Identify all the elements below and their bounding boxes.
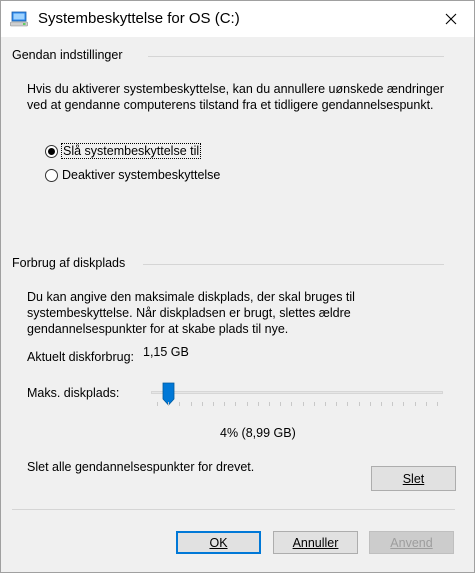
slider-tick — [157, 402, 158, 406]
slider-tick — [381, 402, 382, 406]
slider-tick — [336, 402, 337, 406]
slider-tick — [291, 402, 292, 406]
slider-tick — [437, 402, 438, 406]
radio-disable-protection-label: Deaktiver systembeskyttelse — [62, 168, 221, 182]
slider-tick — [392, 402, 393, 406]
radio-button[interactable] — [45, 168, 58, 182]
group-divider — [143, 264, 444, 265]
radio-disable-protection[interactable]: Deaktiver systembeskyttelse — [45, 168, 220, 182]
radio-enable-protection-label: Slå systembeskyttelse til — [60, 143, 202, 159]
cancel-button-label: Annuller — [292, 535, 339, 550]
close-button[interactable] — [428, 1, 474, 37]
apply-button[interactable]: Anvend — [369, 531, 454, 554]
slider-tick — [359, 402, 360, 406]
current-usage-label: Aktuelt diskforbrug: — [27, 350, 134, 364]
slider-tick — [303, 402, 304, 406]
radio-enable-protection[interactable]: Slå systembeskyttelse til — [45, 143, 202, 159]
group-divider — [148, 56, 444, 57]
slider-tick — [314, 402, 315, 406]
slider-tick — [426, 402, 427, 406]
max-usage-value: 4% (8,99 GB) — [220, 426, 296, 440]
disk-usage-description-line3: gendannelsespunkter for at skabe plads t… — [27, 322, 289, 336]
close-icon — [445, 13, 457, 25]
restore-settings-description-line1: Hvis du aktiverer systembeskyttelse, kan… — [27, 82, 444, 96]
slider-tick — [403, 402, 404, 406]
disk-usage-description-line2: systembeskyttelse. Når diskpladsen er br… — [27, 306, 351, 320]
slider-tick — [280, 402, 281, 406]
current-usage-value: 1,15 GB — [143, 345, 189, 359]
delete-button[interactable]: Slet — [371, 466, 456, 491]
slider-tick — [191, 402, 192, 406]
slider-tick — [258, 402, 259, 406]
system-protection-icon — [10, 11, 28, 27]
slider-tick — [415, 402, 416, 406]
slider-tick — [213, 402, 214, 406]
delete-points-text: Slet alle gendannelsespunkter for drevet… — [27, 460, 255, 474]
restore-settings-group-label: Gendan indstillinger — [12, 48, 123, 62]
slider-tick — [370, 402, 371, 406]
slider-tick — [224, 402, 225, 406]
slider-tick — [269, 402, 270, 406]
footer-divider — [12, 509, 455, 510]
delete-button-label: Slet — [402, 471, 425, 486]
disk-usage-description-line1: Du kan angive den maksimale diskplads, d… — [27, 290, 355, 304]
title-bar: Systembeskyttelse for OS (C:) — [1, 1, 474, 37]
slider-tick — [247, 402, 248, 406]
restore-settings-description-line2: ved at gendanne computerens tilstand fra… — [27, 98, 434, 112]
ok-button-label: OK — [209, 535, 228, 550]
ok-button[interactable]: OK — [176, 531, 261, 554]
slider-tick — [347, 402, 348, 406]
apply-button-label: Anvend — [390, 535, 433, 550]
slider-tick — [179, 402, 180, 406]
window-title: Systembeskyttelse for OS (C:) — [38, 10, 240, 27]
dialog-window: Systembeskyttelse for OS (C:) Gendan ind… — [0, 0, 475, 573]
radio-button-checked[interactable] — [45, 144, 58, 158]
max-usage-label: Maks. diskplads: — [27, 386, 120, 400]
slider-tick — [168, 402, 169, 406]
slider-tick — [202, 402, 203, 406]
max-usage-slider-track[interactable] — [151, 391, 443, 394]
slider-tick — [325, 402, 326, 406]
disk-usage-group-label: Forbrug af diskplads — [12, 256, 126, 270]
cancel-button[interactable]: Annuller — [273, 531, 358, 554]
slider-tick — [235, 402, 236, 406]
